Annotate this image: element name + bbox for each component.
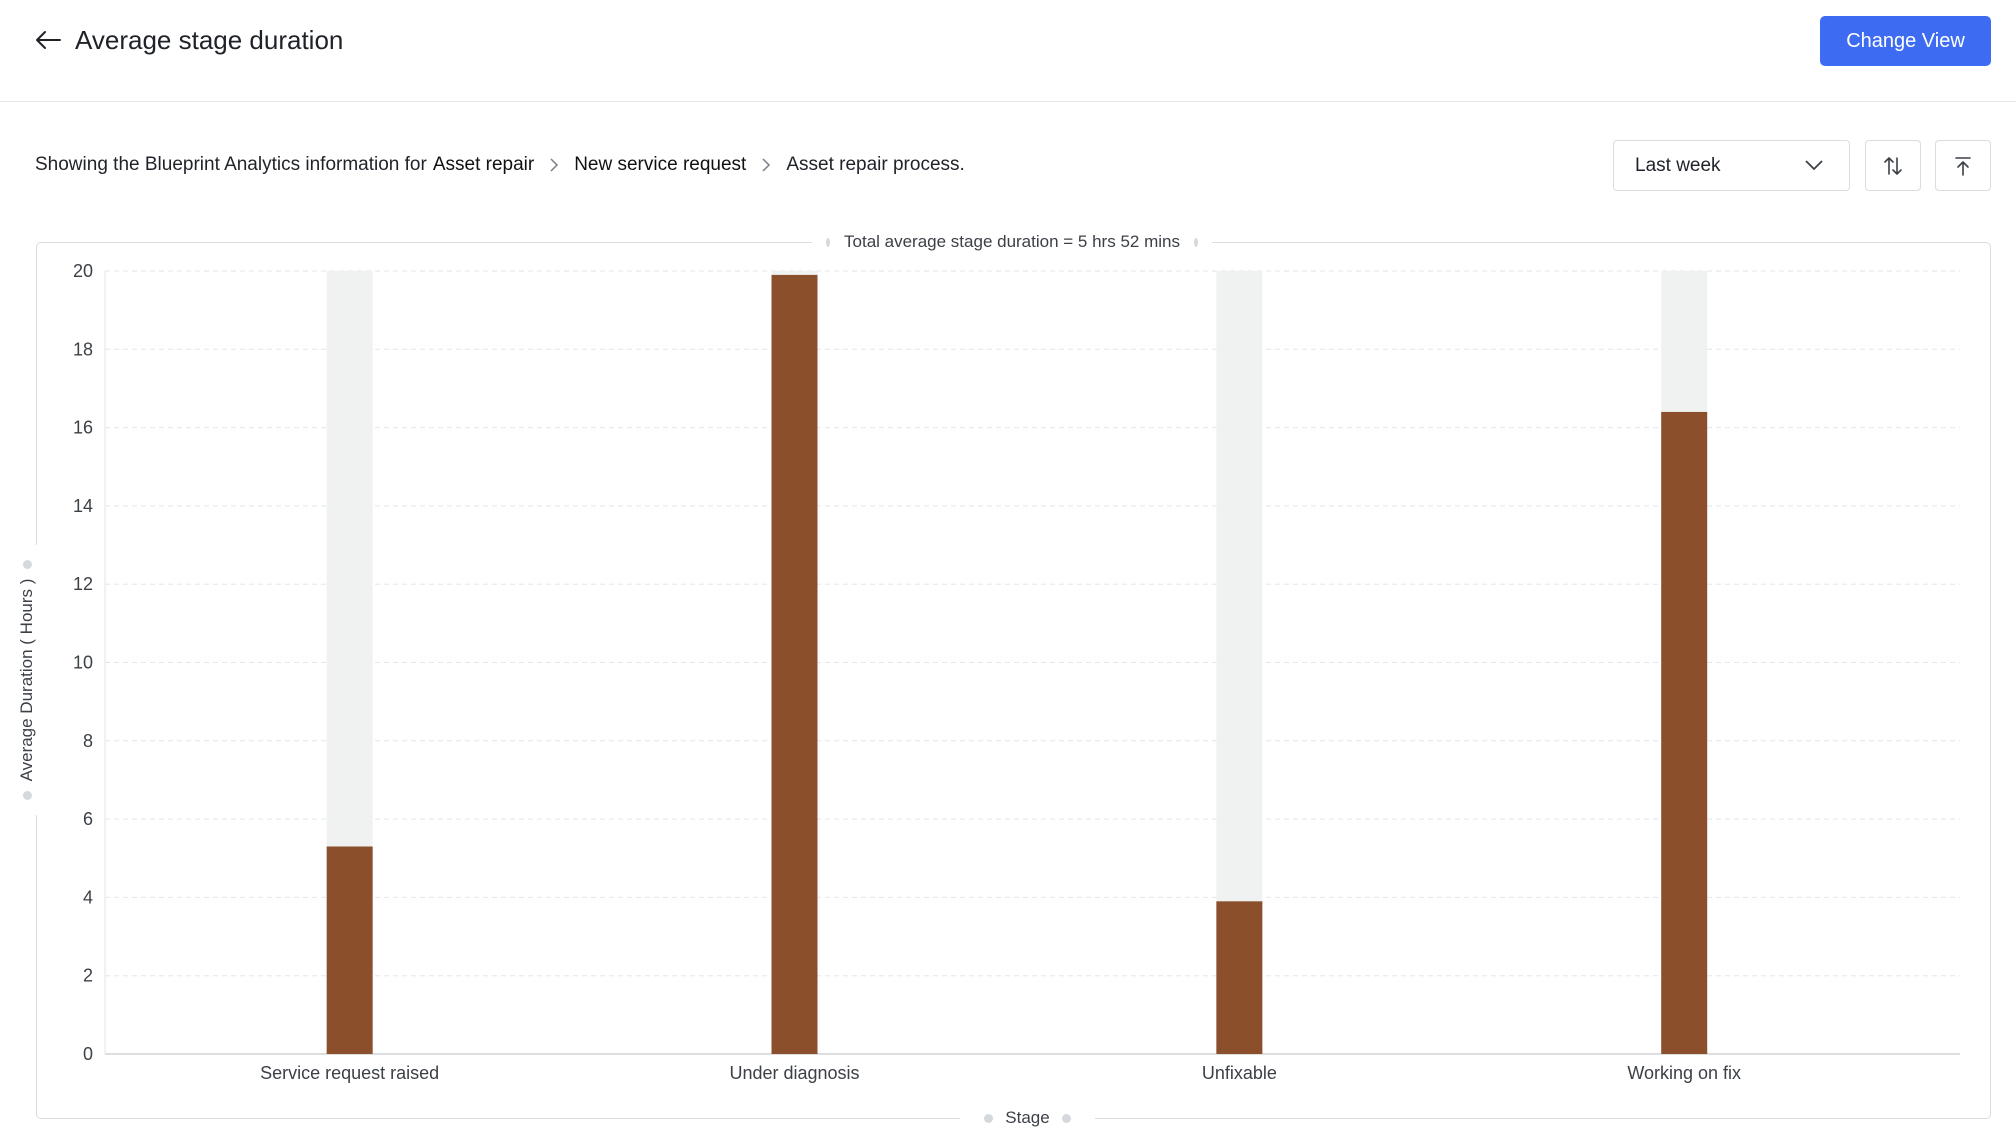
y-tick-label: 14 [73, 496, 93, 516]
xlabel-dot-left [984, 1113, 994, 1123]
bar [326, 846, 373, 1054]
x-axis-label: Stage [960, 1106, 1095, 1130]
chart-title-text: Total average stage duration = 5 hrs 52 … [844, 232, 1180, 251]
x-tick-label: Working on fix [1627, 1063, 1741, 1083]
y-axis-label-text: Average Duration ( Hours ) [17, 578, 36, 782]
bar [1661, 411, 1708, 1054]
x-tick-label: Service request raised [260, 1063, 439, 1083]
y-tick-label: 4 [83, 887, 93, 907]
y-tick-label: 16 [73, 418, 93, 438]
y-axis-label: Average Duration ( Hours ) [15, 545, 39, 815]
y-tick-label: 8 [83, 731, 93, 751]
y-tick-label: 18 [73, 339, 93, 359]
title-dot-left [826, 237, 831, 247]
x-tick-label: Unfixable [1202, 1063, 1277, 1083]
y-tick-label: 10 [73, 653, 93, 673]
chart-title: Total average stage duration = 5 hrs 52 … [812, 230, 1212, 254]
x-tick-label: Under diagnosis [729, 1063, 859, 1083]
y-tick-label: 0 [83, 1044, 93, 1064]
y-tick-label: 6 [83, 809, 93, 829]
bar-chart: 0 2 4 6 8 10 12 14 16 18 20 Service request raised U… [73, 261, 1960, 1083]
x-axis-label-text: Stage [1005, 1108, 1050, 1127]
bar [771, 274, 818, 1054]
y-tick-label: 20 [73, 261, 93, 281]
y-tick-label: 2 [83, 966, 93, 986]
xlabel-dot-right [1061, 1113, 1071, 1123]
ylabel-dot-right [22, 559, 32, 569]
bar [1216, 901, 1263, 1054]
y-tick-label: 12 [73, 574, 93, 594]
ylabel-dot-left [22, 791, 32, 801]
title-dot-right [1193, 237, 1198, 247]
